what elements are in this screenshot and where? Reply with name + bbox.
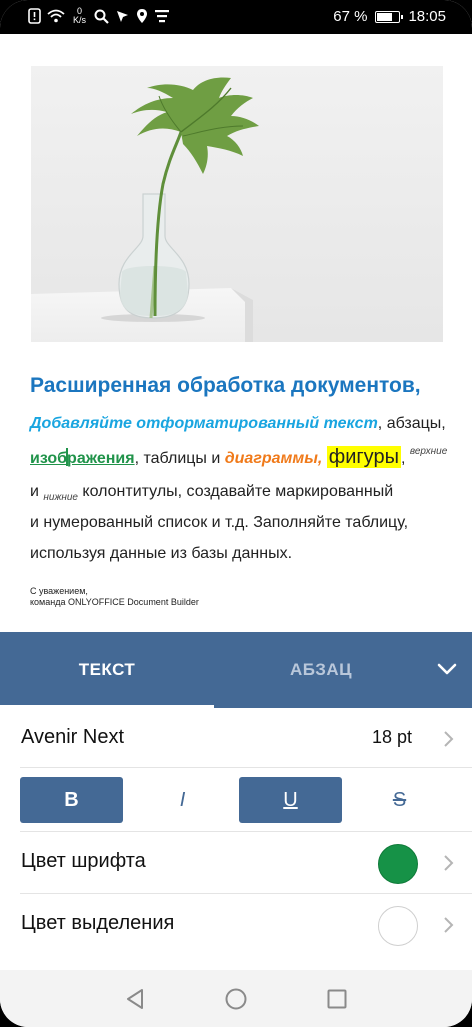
paragraph-line-4: и нумерованный список и т.д. Заполняйте … [30,514,409,531]
font-color-swatch [378,844,418,884]
images-text-run-b: ражения [67,450,135,467]
navigation-icon [117,10,129,22]
settings-tab-bar: ТЕКСТ АБЗАЦ [0,632,472,708]
signature-line-1: С уважением, [30,586,88,596]
tab-text[interactable]: ТЕКСТ [0,632,214,708]
strikethrough-button[interactable]: S [348,777,451,823]
document-image[interactable] [31,66,443,342]
superscript-text-run: верхние [409,446,448,457]
notification-icon [28,8,41,24]
speed-unit: K/s [73,15,87,25]
paragraph-line-3: и нижние колонтитулы, создавайте маркиро… [30,483,393,503]
status-bar: 0 K/s 67 % 18:05 [0,0,472,34]
signature-line-2: команда ONLYOFFICE Document Builder [30,597,199,607]
shapes-text-run: фигуры [326,446,401,468]
location-icon [137,9,148,23]
recent-apps-icon[interactable] [324,986,350,1012]
comma-run: , [317,450,327,467]
tab-paragraph[interactable]: АБЗАЦ [214,632,428,708]
underline-button[interactable]: U [239,777,342,823]
chevron-right-icon [444,731,454,747]
search-icon [94,9,109,24]
chevron-down-icon[interactable] [434,656,460,682]
home-icon[interactable] [223,986,249,1012]
subscript-text-run: нижние [43,492,78,503]
highlight-color-swatch [378,906,418,946]
paragraph-line-5: используя данные из базы данных. [30,545,293,562]
comma-run-2: , [400,450,410,467]
text-run: , абзацы, [377,415,446,432]
document-title: Расширенная обработка документов, [30,374,421,397]
paragraph-line-2: изображения, таблицы и диаграммы, фигуры… [30,446,447,469]
text-settings-panel: Avenir Next 18 pt B I U S Цвет шрифта Цв… [0,708,472,970]
font-row[interactable]: Avenir Next 18 pt [0,708,472,768]
back-icon[interactable] [122,986,148,1012]
chevron-right-icon [444,855,454,871]
formatted-text-run: Добавляйте отформатированный текст [30,415,378,432]
highlight-color-row[interactable]: Цвет выделения [0,894,472,956]
wifi-icon [47,9,65,23]
format-buttons-row: B I U S [0,768,472,832]
text-run: , таблицы и [134,450,225,467]
vase-plant-image [31,66,443,342]
system-nav-bar [0,970,472,1027]
font-name: Avenir Next [21,726,125,748]
font-color-row[interactable]: Цвет шрифта [0,832,472,894]
battery-percent: 67 % [333,8,368,25]
document-canvas[interactable]: Расширенная обработка документов, Добавл… [0,34,472,632]
battery-icon [375,10,404,23]
network-speed: 0 K/s [73,7,86,25]
signature: С уважением, команда ONLYOFFICE Document… [30,586,199,608]
list-icon [155,10,170,23]
phone-screen: 0 K/s 67 % 18:05 Расширенная обработка д… [0,0,472,1027]
charts-text-run: диаграммы [224,450,318,467]
bold-button[interactable]: B [20,777,123,823]
chevron-right-icon [444,917,454,933]
battery-fill [377,12,392,21]
italic-button[interactable]: I [131,777,234,823]
text-run: колонтитулы, создавайте маркированный [77,483,394,500]
status-icons-right: 67 % 18:05 [333,8,446,25]
paragraph-line-1: Добавляйте отформатированный текст, абза… [30,415,446,433]
font-color-label: Цвет шрифта [21,850,146,872]
highlight-color-label: Цвет выделения [21,912,175,934]
font-size: 18 pt [371,727,412,747]
clock: 18:05 [408,8,446,25]
status-icons-left: 0 K/s [28,7,170,25]
images-text-run-a: изоб [30,450,68,467]
text-run: и [30,483,44,500]
